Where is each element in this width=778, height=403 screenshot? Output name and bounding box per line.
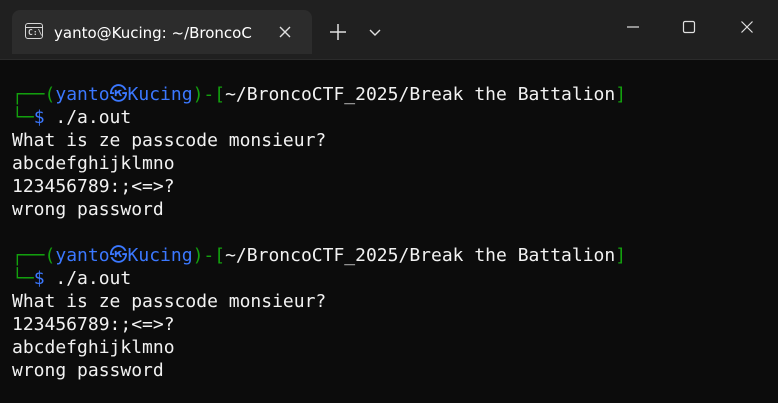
prompt-user: yanto xyxy=(55,245,110,266)
command-line: └─$ ./a.out xyxy=(12,267,778,290)
prompt-frame: ┌──( xyxy=(12,84,56,105)
prompt-line: ┌──(yanto㉿Kucing)-[~/BroncoCTF_2025/Brea… xyxy=(12,83,778,106)
terminal-icon: C:\ xyxy=(25,23,43,39)
prompt-frame-bottom: └─ xyxy=(12,268,34,289)
minimize-icon xyxy=(627,26,639,28)
command-text: ./a.out xyxy=(44,268,132,289)
chevron-down-icon xyxy=(369,29,381,36)
maximize-button[interactable] xyxy=(666,12,712,42)
title-bar: C:\ yanto@Kucing: ~/BroncoC xyxy=(0,0,778,60)
output-line: What is ze passcode monsieur? xyxy=(12,291,327,312)
output-line: 123456789:;<=>? xyxy=(12,176,175,197)
output-line: What is ze passcode monsieur? xyxy=(12,130,327,151)
output-line: wrong password xyxy=(12,199,164,220)
tab-close-button[interactable] xyxy=(275,22,295,42)
tab-terminal[interactable]: C:\ yanto@Kucing: ~/BroncoC xyxy=(12,10,312,54)
prompt-host: Kucing xyxy=(127,84,193,105)
tab-dropdown-button[interactable] xyxy=(362,20,388,44)
close-window-button[interactable] xyxy=(724,12,770,42)
prompt-dollar: $ xyxy=(33,107,45,128)
prompt-path: ~/BroncoCTF_2025/Break the Battalion xyxy=(225,245,616,266)
prompt-close: ] xyxy=(615,84,627,105)
prompt-dollar: $ xyxy=(33,268,45,289)
output-line: 123456789:;<=>? xyxy=(12,314,175,335)
prompt-at: ㉿ xyxy=(109,84,128,105)
close-icon xyxy=(741,21,753,33)
tab-title: yanto@Kucing: ~/BroncoC xyxy=(54,24,252,42)
plus-icon xyxy=(330,24,346,40)
prompt-frame-bottom: └─ xyxy=(12,107,34,128)
prompt-user: yanto xyxy=(55,84,110,105)
new-tab-button[interactable] xyxy=(324,18,352,46)
prompt-path: ~/BroncoCTF_2025/Break the Battalion xyxy=(225,84,616,105)
minimize-button[interactable] xyxy=(610,12,656,42)
maximize-icon xyxy=(682,20,696,34)
prompt-close: ] xyxy=(615,245,627,266)
output-line: wrong password xyxy=(12,360,164,381)
output-line: abcdefghijklmno xyxy=(12,337,175,358)
close-icon xyxy=(279,26,291,38)
output-line: abcdefghijklmno xyxy=(12,153,175,174)
command-line: └─$ ./a.out xyxy=(12,106,778,129)
prompt-frame: ┌──( xyxy=(12,245,56,266)
prompt-at: ㉿ xyxy=(109,245,128,266)
command-text: ./a.out xyxy=(44,107,132,128)
prompt-sep: )-[ xyxy=(192,245,226,266)
terminal-output[interactable]: ┌──(yanto㉿Kucing)-[~/BroncoCTF_2025/Brea… xyxy=(0,61,778,403)
prompt-host: Kucing xyxy=(127,245,193,266)
prompt-sep: )-[ xyxy=(192,84,226,105)
prompt-line: ┌──(yanto㉿Kucing)-[~/BroncoCTF_2025/Brea… xyxy=(12,244,778,267)
